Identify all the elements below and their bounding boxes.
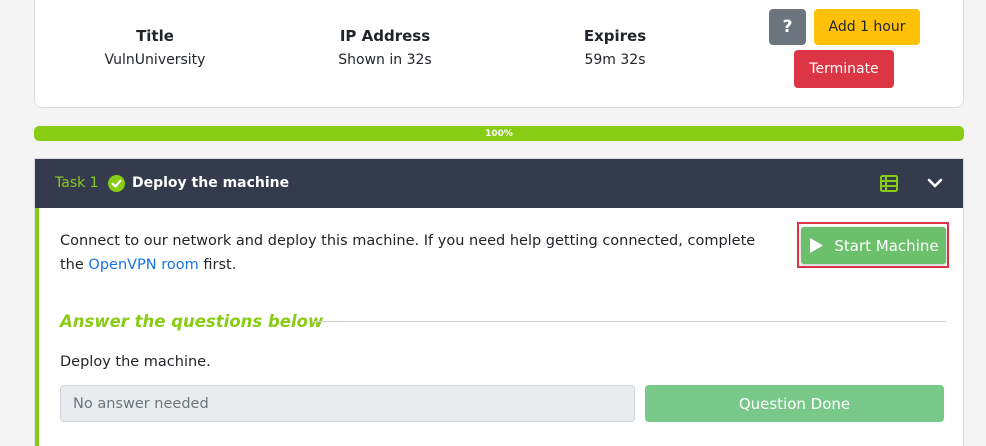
- task-number: Task 1: [55, 175, 99, 191]
- ip-address-column: IP Address Shown in 32s: [260, 27, 510, 68]
- expires-value: 59m 32s: [584, 52, 646, 68]
- check-circle-icon: [108, 175, 125, 192]
- chevron-down-icon[interactable]: [927, 177, 943, 189]
- ip-address-value: Shown in 32s: [338, 52, 432, 68]
- machine-title-column: Title VulnUniversity: [35, 27, 275, 68]
- answer-divider: [312, 321, 946, 322]
- expires-label: Expires: [583, 27, 647, 45]
- progress-fill: 100%: [34, 126, 964, 141]
- question-text: Deploy the machine.: [60, 354, 211, 370]
- add-hour-button[interactable]: Add 1 hour: [814, 9, 920, 45]
- task-list-icon[interactable]: [880, 175, 898, 192]
- answer-heading: Answer the questions below: [60, 312, 324, 331]
- play-icon: [810, 238, 824, 253]
- openvpn-room-link[interactable]: OpenVPN room: [88, 257, 198, 273]
- title-label: Title: [136, 27, 174, 45]
- task-title: Deploy the machine: [132, 175, 290, 191]
- help-button[interactable]: ?: [769, 9, 806, 45]
- machine-info-card: Title VulnUniversity IP Address Shown in…: [34, 0, 964, 108]
- task-card: Task 1 Deploy the machine Connect to our…: [34, 158, 964, 446]
- progress-bar: 100%: [34, 126, 964, 141]
- terminate-button[interactable]: Terminate: [794, 50, 894, 88]
- expires-column: Expires 59m 32s: [510, 27, 720, 68]
- start-machine-label: Start Machine: [834, 236, 939, 255]
- task-body: Connect to our network and deploy this m…: [35, 208, 963, 446]
- question-done-button[interactable]: Question Done: [645, 385, 944, 422]
- title-value: VulnUniversity: [104, 52, 206, 68]
- start-machine-button[interactable]: Start Machine: [801, 227, 946, 264]
- ip-address-label: IP Address: [339, 27, 431, 45]
- answer-input[interactable]: [60, 385, 635, 422]
- description-text-end: first.: [198, 257, 237, 273]
- task-description: Connect to our network and deploy this m…: [60, 229, 760, 277]
- task-header[interactable]: Task 1 Deploy the machine: [35, 159, 963, 208]
